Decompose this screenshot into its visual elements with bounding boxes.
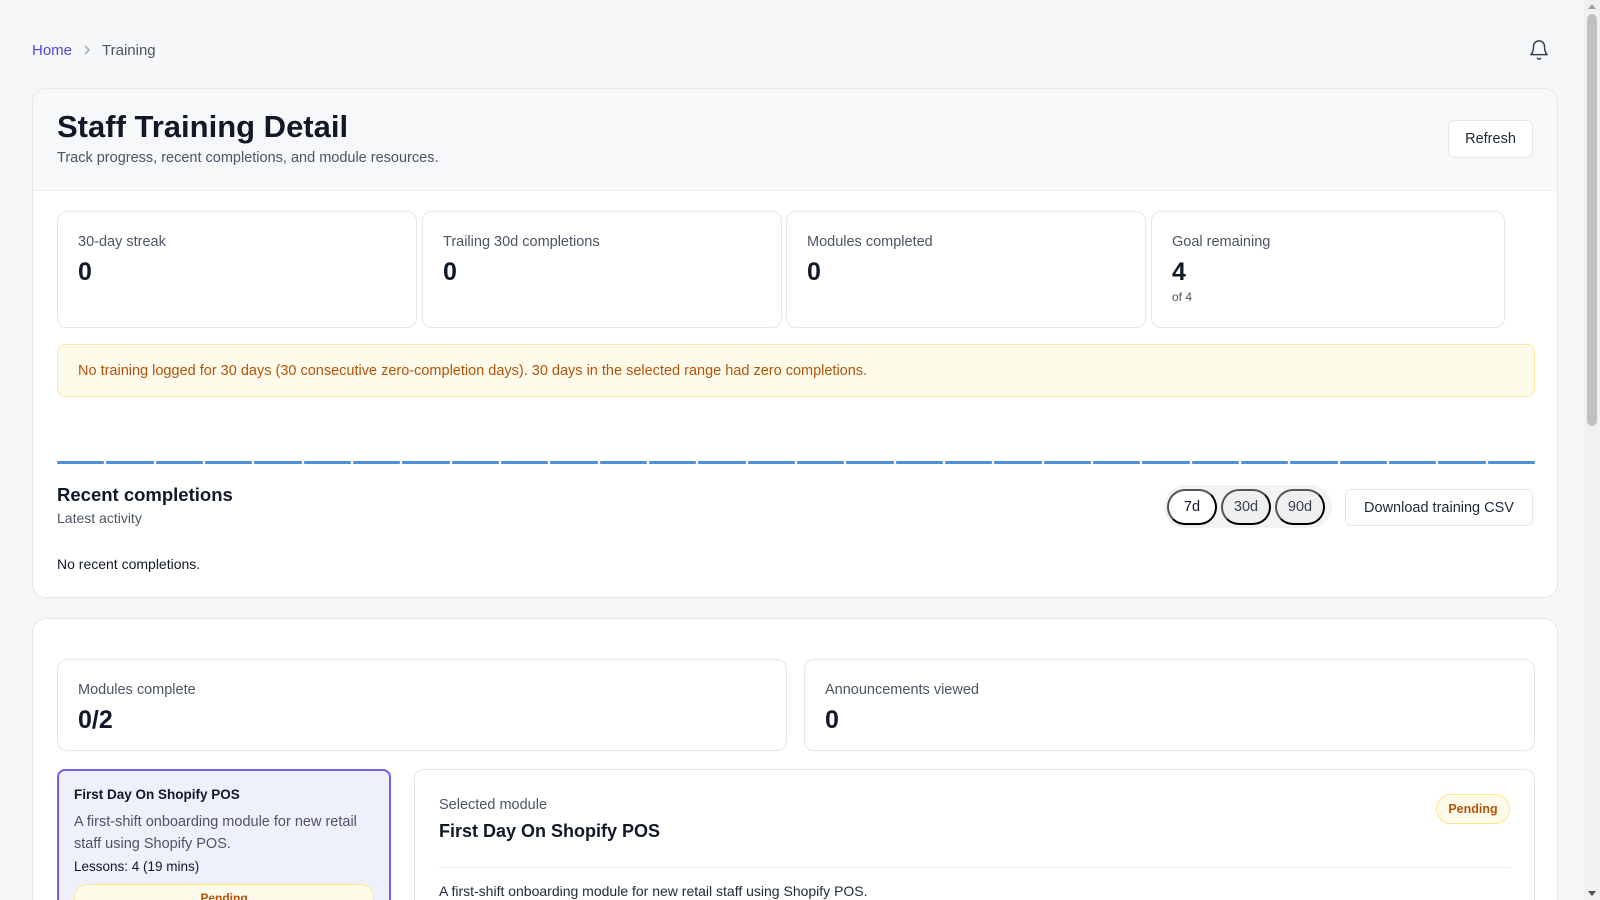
stat-sub: of 4: [1172, 290, 1193, 304]
stat-card-trailing-completions: Trailing 30d completions 0: [422, 211, 782, 328]
stat-card-modules-completed: Modules completed 0: [786, 211, 1146, 328]
page-subtitle: Track progress, recent completions, and …: [57, 150, 439, 166]
activity-day-bar: [1487, 461, 1535, 464]
stat-card-streak: 30-day streak 0: [57, 211, 417, 328]
training-detail-card: Staff Training Detail Track progress, re…: [32, 88, 1558, 598]
page-scrollbar[interactable]: [1584, 0, 1600, 900]
top-bar: Home Training: [32, 38, 1568, 62]
activity-day-bar: [648, 461, 697, 464]
activity-bar-strip: [57, 461, 1535, 464]
activity-day-bar: [1388, 461, 1437, 464]
activity-day-bar: [796, 461, 845, 464]
modules-card: Modules complete 0/2 Announcements viewe…: [32, 618, 1558, 900]
card-header: Staff Training Detail Track progress, re…: [33, 89, 1557, 191]
activity-day-bar: [1043, 461, 1091, 464]
activity-day-bar: [1290, 461, 1338, 464]
bell-icon[interactable]: [1528, 39, 1550, 61]
stat-label: Goal remaining: [1172, 234, 1271, 250]
scroll-down-arrow-icon[interactable]: [1588, 891, 1596, 896]
activity-day-bar: [204, 461, 253, 464]
activity-day-bar: [254, 461, 302, 464]
status-badge: Pending: [74, 884, 374, 900]
activity-day-bar: [1240, 461, 1289, 464]
activity-day-bar: [747, 461, 795, 464]
range-toggle: 7d 30d 90d: [1164, 485, 1332, 528]
activity-day-bar: [1191, 461, 1239, 464]
stat-value: 0: [825, 706, 839, 734]
selected-module-description: A first-shift onboarding module for new …: [439, 883, 868, 899]
stat-label: 30-day streak: [78, 234, 166, 250]
activity-day-bar: [994, 461, 1042, 464]
refresh-button[interactable]: Refresh: [1448, 120, 1533, 158]
announcements-viewed-card: Announcements viewed 0: [804, 659, 1535, 751]
selected-module-panel: Selected module First Day On Shopify POS…: [414, 769, 1535, 900]
breadcrumb: Home Training: [32, 42, 156, 59]
activity-day-bar: [155, 461, 203, 464]
stat-value: 0: [78, 258, 92, 286]
activity-day-bar: [846, 461, 894, 464]
stat-value: 0: [807, 258, 821, 286]
activity-day-bar: [599, 461, 647, 464]
activity-day-bar: [1142, 461, 1190, 464]
activity-day-bar: [500, 461, 549, 464]
module-lessons: Lessons: 4 (19 mins): [74, 859, 200, 874]
breadcrumb-current: Training: [102, 41, 156, 59]
activity-day-bar: [1092, 461, 1141, 464]
activity-day-bar: [352, 461, 401, 464]
inactivity-alert: No training logged for 30 days (30 conse…: [57, 344, 1535, 397]
selected-module-label: Selected module: [439, 797, 548, 813]
divider: [439, 867, 1510, 868]
recent-completions-subtitle: Latest activity: [57, 510, 142, 526]
stat-value: 0: [443, 258, 457, 286]
chevron-right-icon: [82, 42, 92, 58]
stat-value: 4: [1172, 258, 1186, 286]
page-title: Staff Training Detail: [57, 109, 349, 144]
activity-day-bar: [402, 461, 450, 464]
download-csv-button[interactable]: Download training CSV: [1345, 489, 1533, 526]
modules-complete-card: Modules complete 0/2: [57, 659, 787, 751]
activity-day-bar: [1339, 461, 1387, 464]
breadcrumb-home-link[interactable]: Home: [32, 42, 72, 59]
range-90d-button[interactable]: 90d: [1275, 488, 1325, 525]
scroll-up-arrow-icon[interactable]: [1588, 4, 1596, 9]
activity-day-bar: [303, 461, 351, 464]
module-list-item[interactable]: First Day On Shopify POS A first-shift o…: [57, 769, 391, 900]
activity-day-bar: [57, 461, 105, 464]
activity-day-bar: [451, 461, 499, 464]
activity-day-bar: [1438, 461, 1486, 464]
activity-day-bar: [698, 461, 746, 464]
recent-completions-title: Recent completions: [57, 484, 233, 505]
activity-day-bar: [895, 461, 943, 464]
scrollbar-thumb[interactable]: [1587, 14, 1597, 426]
range-7d-button[interactable]: 7d: [1167, 488, 1217, 525]
stat-label: Trailing 30d completions: [443, 234, 600, 250]
range-30d-button[interactable]: 30d: [1221, 488, 1271, 525]
module-description: A first-shift onboarding module for new …: [74, 814, 357, 852]
module-title: First Day On Shopify POS: [74, 787, 240, 802]
activity-day-bar: [550, 461, 598, 464]
stat-label: Announcements viewed: [825, 682, 979, 698]
activity-day-bar: [944, 461, 993, 464]
stat-value: 0/2: [78, 706, 113, 734]
stat-card-goal-remaining: Goal remaining 4 of 4: [1151, 211, 1505, 328]
stat-label: Modules complete: [78, 682, 196, 698]
selected-module-title: First Day On Shopify POS: [439, 821, 661, 841]
activity-day-bar: [106, 461, 154, 464]
stat-label: Modules completed: [807, 234, 933, 250]
status-badge: Pending: [1436, 794, 1510, 824]
empty-state-text: No recent completions.: [57, 556, 201, 572]
